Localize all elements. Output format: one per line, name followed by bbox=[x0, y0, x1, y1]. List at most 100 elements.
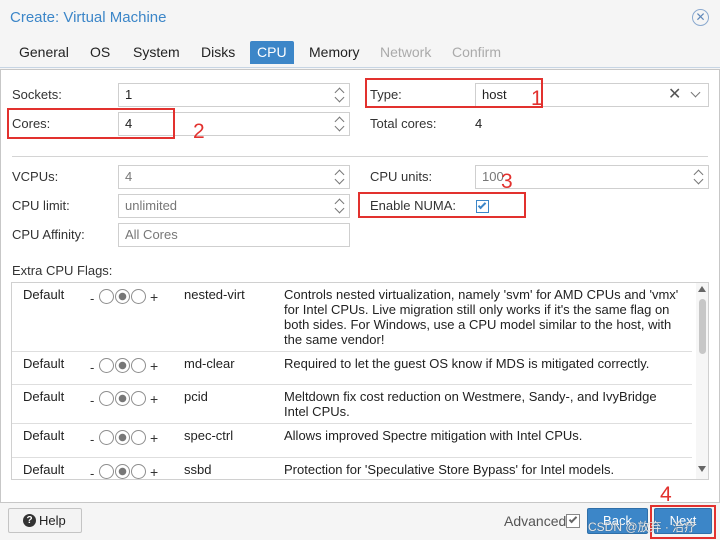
tab-os[interactable]: OS bbox=[83, 41, 117, 64]
radio-default[interactable] bbox=[115, 430, 130, 445]
enable-numa-checkbox[interactable] bbox=[476, 200, 489, 213]
spinner-arrows-icon[interactable] bbox=[335, 116, 345, 132]
cpu-limit-value: unlimited bbox=[125, 198, 178, 213]
cores-label: Cores: bbox=[12, 116, 51, 131]
cpu-affinity-field[interactable]: All Cores bbox=[118, 223, 350, 247]
scroll-up-icon[interactable] bbox=[698, 286, 706, 292]
flag-description: Allows improved Spectre mitigation with … bbox=[284, 428, 583, 443]
extra-cpu-flags-label: Extra CPU Flags: bbox=[12, 263, 113, 278]
spinner-arrows-icon[interactable] bbox=[694, 169, 704, 185]
flag-description: Controls nested virtualization, namely '… bbox=[284, 287, 679, 347]
next-button[interactable]: Next bbox=[654, 508, 712, 534]
advanced-checkbox[interactable] bbox=[566, 514, 580, 528]
flag-default-label: Default bbox=[23, 428, 65, 443]
flag-row-ssbd: Default - + ssbd Protection for 'Specula… bbox=[12, 458, 692, 479]
radio-default[interactable] bbox=[115, 289, 130, 304]
tristate-selector[interactable]: - + bbox=[90, 430, 170, 447]
radio-off[interactable] bbox=[99, 430, 114, 445]
radio-default[interactable] bbox=[115, 358, 130, 373]
close-icon[interactable]: ✕ bbox=[692, 9, 709, 26]
enable-numa-label: Enable NUMA: bbox=[370, 198, 456, 213]
chevron-down-icon[interactable] bbox=[690, 87, 701, 98]
cpu-affinity-placeholder: All Cores bbox=[125, 227, 178, 242]
cpu-limit-field[interactable]: unlimited bbox=[118, 194, 350, 218]
flag-row-spec-ctrl: Default - + spec-ctrl Allows improved Sp… bbox=[12, 424, 692, 458]
tab-memory[interactable]: Memory bbox=[302, 41, 367, 64]
type-label: Type: bbox=[370, 87, 402, 102]
tab-bar: General OS System Disks CPU Memory Netwo… bbox=[0, 36, 720, 68]
tristate-selector[interactable]: - + bbox=[90, 289, 170, 306]
scroll-down-icon[interactable] bbox=[698, 466, 706, 472]
flag-default-label: Default bbox=[23, 389, 65, 404]
cores-value: 4 bbox=[125, 116, 133, 131]
flag-name: pcid bbox=[184, 389, 208, 404]
flags-scrollbar[interactable] bbox=[696, 283, 708, 479]
radio-default[interactable] bbox=[115, 391, 130, 406]
tab-system[interactable]: System bbox=[126, 41, 187, 64]
type-combobox[interactable]: host ✕ bbox=[475, 83, 709, 107]
tristate-selector[interactable]: - + bbox=[90, 464, 170, 479]
tristate-selector[interactable]: - + bbox=[90, 358, 170, 375]
flag-default-label: Default bbox=[23, 287, 65, 302]
check-icon bbox=[477, 200, 487, 210]
radio-on[interactable] bbox=[131, 289, 146, 304]
help-circle-icon: ? bbox=[23, 514, 36, 527]
total-cores-label: Total cores: bbox=[370, 116, 437, 131]
advanced-label: Advanced bbox=[504, 513, 567, 529]
sockets-field[interactable]: 1 bbox=[118, 83, 350, 107]
flag-name: spec-ctrl bbox=[184, 428, 234, 443]
type-value: host bbox=[482, 87, 507, 102]
dialog-footer: ? Help Advanced Back Next CSDN @放弃 · 治疗 bbox=[0, 503, 720, 540]
flag-row-nested-virt: Default - + nested-virt Controls nested … bbox=[12, 283, 692, 352]
flag-description: Required to let the guest OS know if MDS… bbox=[284, 356, 650, 371]
cpu-limit-label: CPU limit: bbox=[12, 198, 70, 213]
tab-general[interactable]: General bbox=[12, 41, 76, 64]
tab-disks[interactable]: Disks bbox=[194, 41, 242, 64]
flag-description: Meltdown fix cost reduction on Westmere,… bbox=[284, 389, 657, 419]
tab-cpu[interactable]: CPU bbox=[250, 41, 294, 64]
tab-confirm: Confirm bbox=[452, 44, 502, 60]
separator bbox=[12, 156, 708, 157]
radio-on[interactable] bbox=[131, 430, 146, 445]
cpu-affinity-label: CPU Affinity: bbox=[12, 227, 85, 242]
cores-field[interactable]: 4 bbox=[118, 112, 350, 136]
tristate-selector[interactable]: - + bbox=[90, 391, 170, 408]
tab-network: Network bbox=[380, 44, 432, 60]
flag-description: Protection for 'Speculative Store Bypass… bbox=[284, 462, 615, 477]
radio-default[interactable] bbox=[115, 464, 130, 479]
sockets-label: Sockets: bbox=[12, 87, 62, 102]
cpu-units-label: CPU units: bbox=[370, 169, 433, 184]
clear-x-icon[interactable]: ✕ bbox=[668, 87, 681, 103]
flag-row-md-clear: Default - + md-clear Required to let the… bbox=[12, 352, 692, 385]
annotation-number-1: 1 bbox=[531, 87, 543, 110]
spinner-arrows-icon[interactable] bbox=[335, 169, 345, 185]
flag-name: ssbd bbox=[184, 462, 212, 477]
vcpus-value: 4 bbox=[125, 169, 133, 184]
radio-on[interactable] bbox=[131, 391, 146, 406]
title-bar: Create: Virtual Machine ✕ bbox=[0, 0, 720, 36]
help-button[interactable]: ? Help bbox=[8, 508, 82, 533]
spinner-arrows-icon[interactable] bbox=[335, 198, 345, 214]
flag-row-pcid: Default - + pcid Meltdown fix cost reduc… bbox=[12, 385, 692, 424]
sockets-value: 1 bbox=[125, 87, 133, 102]
radio-off[interactable] bbox=[99, 289, 114, 304]
annotation-number-3: 3 bbox=[501, 170, 513, 193]
vcpus-label: VCPUs: bbox=[12, 169, 59, 184]
cpu-flags-grid: Default - + nested-virt Controls nested … bbox=[11, 282, 709, 480]
radio-on[interactable] bbox=[131, 358, 146, 373]
flag-default-label: Default bbox=[23, 356, 65, 371]
radio-off[interactable] bbox=[99, 391, 114, 406]
back-button[interactable]: Back bbox=[587, 508, 648, 534]
annotation-number-2: 2 bbox=[193, 120, 205, 143]
flag-default-label: Default bbox=[23, 462, 65, 477]
radio-off[interactable] bbox=[99, 464, 114, 479]
flag-name: nested-virt bbox=[184, 287, 245, 302]
help-button-label: Help bbox=[39, 513, 66, 528]
vcpus-field[interactable]: 4 bbox=[118, 165, 350, 189]
spinner-arrows-icon[interactable] bbox=[335, 87, 345, 103]
radio-off[interactable] bbox=[99, 358, 114, 373]
scrollbar-thumb[interactable] bbox=[699, 299, 706, 354]
radio-on[interactable] bbox=[131, 464, 146, 479]
flag-name: md-clear bbox=[184, 356, 235, 371]
check-icon bbox=[568, 514, 577, 524]
